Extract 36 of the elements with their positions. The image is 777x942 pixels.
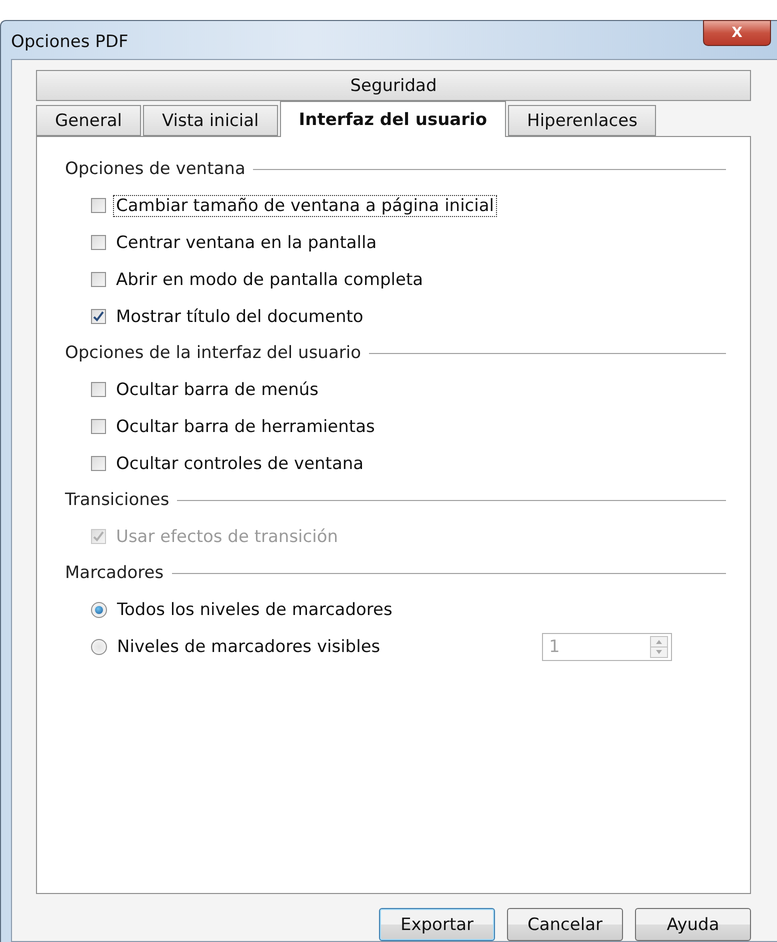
- checkbox[interactable]: [91, 456, 106, 471]
- radio-button[interactable]: [91, 638, 107, 654]
- tab[interactable]: Vista inicial: [143, 105, 278, 136]
- option-label: Todos los niveles de marcadores: [116, 600, 394, 620]
- option-label: Usar efectos de transición: [115, 526, 340, 546]
- spin-value: 1: [549, 636, 560, 656]
- checkbox[interactable]: [91, 198, 106, 213]
- close-button[interactable]: X: [703, 20, 771, 46]
- section-title: Marcadores: [65, 563, 164, 583]
- window-title: Opciones PDF: [11, 32, 128, 52]
- checkbox[interactable]: [91, 235, 106, 250]
- option-label: Ocultar barra de menús: [115, 380, 320, 400]
- option-label: Abrir en modo de pantalla completa: [115, 270, 424, 290]
- section-title: Opciones de la interfaz del usuario: [65, 343, 361, 363]
- tab[interactable]: Seguridad: [36, 70, 751, 101]
- option-label: Cambiar tamaño de ventana a página inicial: [114, 196, 496, 216]
- section-title: Transiciones: [65, 490, 170, 510]
- checkbox[interactable]: [91, 382, 106, 397]
- tab[interactable]: General: [36, 105, 141, 136]
- dialog-button[interactable]: Exportar: [379, 908, 495, 941]
- option-label: Mostrar título del documento: [115, 306, 364, 326]
- section-title: Opciones de ventana: [65, 159, 246, 179]
- dialog-button[interactable]: Cancelar: [507, 908, 623, 941]
- tab[interactable]: Interfaz del usuario: [280, 101, 506, 137]
- tab[interactable]: Hiperenlaces: [508, 105, 656, 136]
- dialog-button[interactable]: Ayuda: [635, 908, 751, 941]
- checkmark-icon: [93, 311, 104, 322]
- checkmark-icon: [93, 531, 104, 542]
- option-label: Niveles de marcadores visibles: [116, 636, 382, 656]
- option-label: Ocultar controles de ventana: [115, 454, 365, 474]
- checkbox[interactable]: [91, 309, 106, 324]
- checkbox[interactable]: [91, 272, 106, 287]
- option-label: Centrar ventana en la pantalla: [115, 232, 378, 252]
- radio-button[interactable]: [91, 602, 107, 618]
- checkbox[interactable]: [91, 419, 106, 434]
- option-label: Ocultar barra de herramientas: [115, 416, 376, 436]
